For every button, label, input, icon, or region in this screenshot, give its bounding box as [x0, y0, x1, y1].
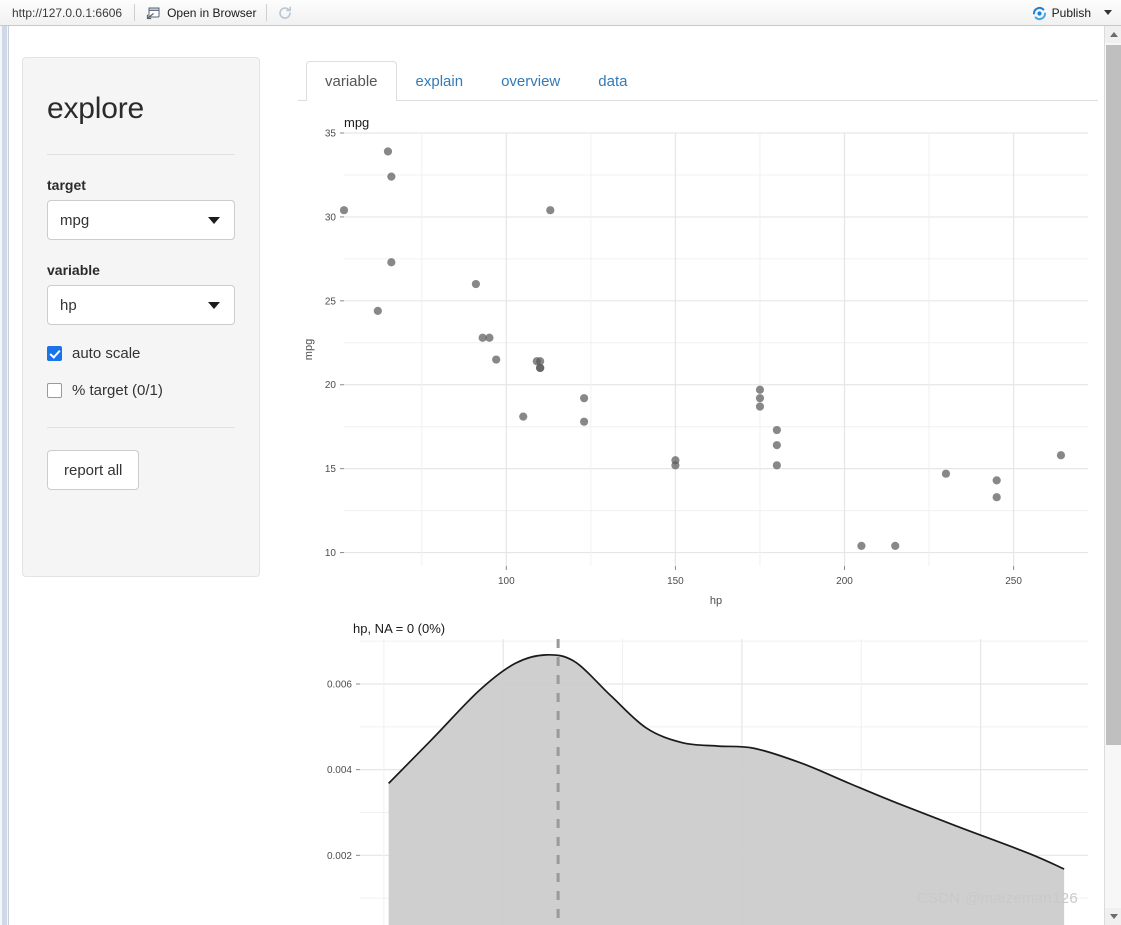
- svg-text:0.006: 0.006: [327, 679, 352, 690]
- target-select[interactable]: mpg: [47, 200, 235, 240]
- pane-left-gutter: [0, 26, 9, 925]
- scrollbar-down-button[interactable]: [1105, 908, 1121, 925]
- main-panel: variable explain overview data mpg 10 15 2…: [298, 57, 1098, 925]
- tab-variable[interactable]: variable: [306, 61, 397, 101]
- chevron-down-icon: [208, 302, 220, 309]
- divider-top: [47, 154, 235, 155]
- tab-overview[interactable]: overview: [482, 61, 579, 101]
- auto-scale-label: auto scale: [72, 345, 141, 362]
- variable-label: variable: [47, 262, 100, 278]
- publish-chevron-down-icon[interactable]: [1104, 10, 1112, 15]
- report-all-button[interactable]: report all: [47, 450, 140, 490]
- variable-select[interactable]: hp: [47, 285, 235, 325]
- percent-target-label: % target (0/1): [72, 382, 163, 399]
- external-window-icon: [145, 5, 161, 21]
- percent-target-checkbox-row[interactable]: % target (0/1): [47, 382, 235, 399]
- divider-bottom: [47, 427, 235, 428]
- chevron-down-icon: [208, 217, 220, 224]
- scrollbar-up-button[interactable]: [1105, 26, 1121, 43]
- density-canvas: 0.0000.0020.0040.006: [327, 639, 1088, 925]
- auto-scale-checkbox[interactable]: [47, 346, 62, 361]
- page-title: explore: [47, 92, 144, 125]
- variable-select-value: hp: [60, 296, 77, 314]
- svg-text:15: 15: [325, 464, 337, 475]
- publish-icon: [1031, 5, 1047, 21]
- scatter-plot: mpg 10 15 20 25 30 35 100 150 200 250 hp mpg: [298, 111, 1098, 621]
- scatter-title: mpg: [344, 115, 370, 130]
- svg-text:mpg: mpg: [303, 339, 315, 360]
- tab-data[interactable]: data: [579, 61, 646, 101]
- svg-text:10: 10: [325, 548, 337, 559]
- publish-button[interactable]: Publish: [1025, 3, 1097, 23]
- target-label: target: [47, 177, 86, 193]
- toolbar-divider-2: [266, 4, 268, 21]
- svg-text:200: 200: [836, 576, 853, 587]
- publish-label: Publish: [1051, 5, 1091, 20]
- svg-text:hp: hp: [710, 595, 722, 607]
- refresh-button[interactable]: [269, 3, 301, 23]
- viewer-toolbar: http://127.0.0.1:6606 Open in Browser Pu…: [0, 0, 1121, 26]
- tab-bar: variable explain overview data: [298, 57, 1098, 101]
- svg-text:35: 35: [325, 129, 337, 140]
- refresh-icon: [277, 5, 293, 21]
- svg-text:100: 100: [498, 576, 515, 587]
- tab-explain[interactable]: explain: [397, 61, 483, 101]
- scrollbar-thumb[interactable]: [1106, 45, 1121, 745]
- auto-scale-checkbox-row[interactable]: auto scale: [47, 345, 235, 362]
- svg-text:20: 20: [325, 380, 337, 391]
- vertical-scrollbar[interactable]: [1104, 26, 1121, 925]
- open-in-browser-button[interactable]: Open in Browser: [137, 3, 264, 23]
- svg-text:30: 30: [325, 212, 337, 223]
- svg-text:0.002: 0.002: [327, 851, 352, 862]
- sidebar-panel: explore target mpg variable hp auto scal…: [22, 57, 260, 577]
- svg-text:0.004: 0.004: [327, 765, 352, 776]
- chevron-down-icon: [1109, 914, 1118, 919]
- density-plot: hp, NA = 0 (0%) 0.0000.0020.0040.006: [298, 621, 1098, 925]
- viewer-url: http://127.0.0.1:6606: [12, 5, 123, 20]
- target-select-value: mpg: [60, 211, 90, 229]
- pane-left-gutter-strip: [2, 26, 7, 925]
- percent-target-checkbox[interactable]: [47, 383, 62, 398]
- shiny-app-viewport: explore target mpg variable hp auto scal…: [10, 27, 1106, 925]
- svg-text:25: 25: [325, 296, 337, 307]
- open-in-browser-label: Open in Browser: [167, 5, 257, 20]
- svg-text:250: 250: [1005, 576, 1022, 587]
- density-title: hp, NA = 0 (0%): [353, 621, 446, 636]
- svg-text:150: 150: [667, 576, 684, 587]
- toolbar-divider: [134, 4, 136, 21]
- scatter-canvas: 10 15 20 25 30 35 100 150 200 250 hp mpg: [303, 129, 1088, 607]
- chevron-up-icon: [1109, 32, 1118, 37]
